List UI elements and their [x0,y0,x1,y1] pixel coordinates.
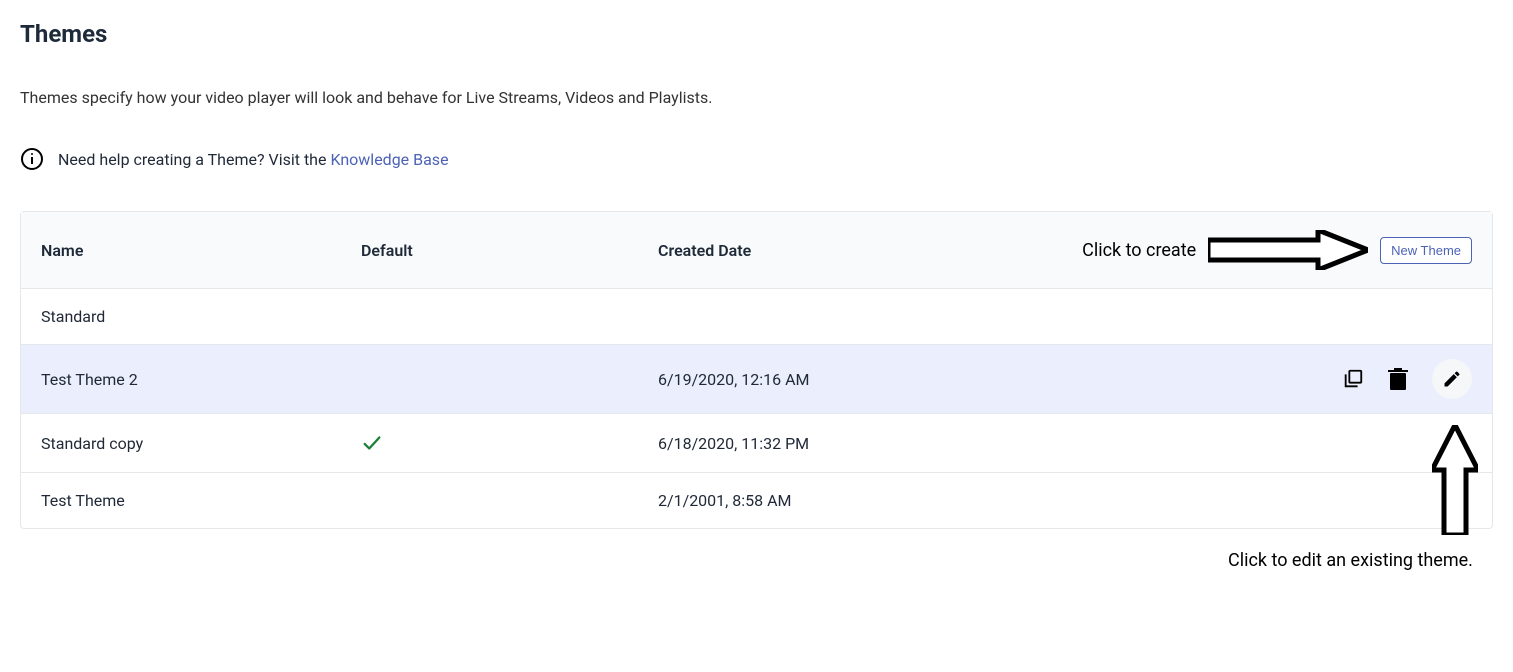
trash-icon [1388,368,1408,390]
info-icon [20,147,44,171]
edit-button[interactable] [1432,359,1472,399]
page-description: Themes specify how your video player wil… [20,88,1493,107]
new-theme-button[interactable]: New Theme [1380,237,1472,264]
table-header: Name Default Created Date Click to creat… [21,212,1492,288]
theme-name: Standard [41,307,361,326]
help-text: Need help creating a Theme? Visit the [58,150,330,169]
header-actions: Click to create New Theme [1092,230,1472,270]
themes-table: Name Default Created Date Click to creat… [20,211,1493,529]
annotation-edit-label: Click to edit an existing theme. [1228,550,1493,571]
table-row[interactable]: Test Theme 2/1/2001, 8:58 AM [21,472,1492,528]
column-header-created: Created Date [658,241,1092,260]
pencil-icon [1442,369,1462,389]
theme-created-date: 6/18/2020, 11:32 PM [658,434,1312,453]
copy-icon [1342,368,1364,390]
annotation-edit-arrow [1432,425,1478,535]
page-title: Themes [20,20,1493,48]
table-row[interactable]: Standard copy 6/18/2020, 11:32 PM [21,413,1492,472]
check-icon [361,432,383,454]
table-row[interactable]: Test Theme 2 6/19/2020, 12:16 AM [21,344,1492,413]
delete-button[interactable] [1388,368,1408,390]
column-header-name: Name [41,241,361,260]
table-row[interactable]: Standard [21,288,1492,344]
theme-name: Standard copy [41,434,361,453]
arrow-right-icon [1208,230,1368,270]
theme-name: Test Theme [41,491,361,510]
column-header-default: Default [361,241,658,260]
theme-default [361,432,658,454]
theme-name: Test Theme 2 [41,370,361,389]
help-text-wrap: Need help creating a Theme? Visit the Kn… [58,150,449,169]
help-row: Need help creating a Theme? Visit the Kn… [20,147,1493,171]
arrow-up-icon [1432,425,1478,535]
annotation-create-label: Click to create [1082,240,1196,261]
theme-created-date: 2/1/2001, 8:58 AM [658,491,1312,510]
theme-created-date: 6/19/2020, 12:16 AM [658,370,1312,389]
row-actions [1312,359,1472,399]
copy-button[interactable] [1342,368,1364,390]
knowledge-base-link[interactable]: Knowledge Base [330,150,448,169]
